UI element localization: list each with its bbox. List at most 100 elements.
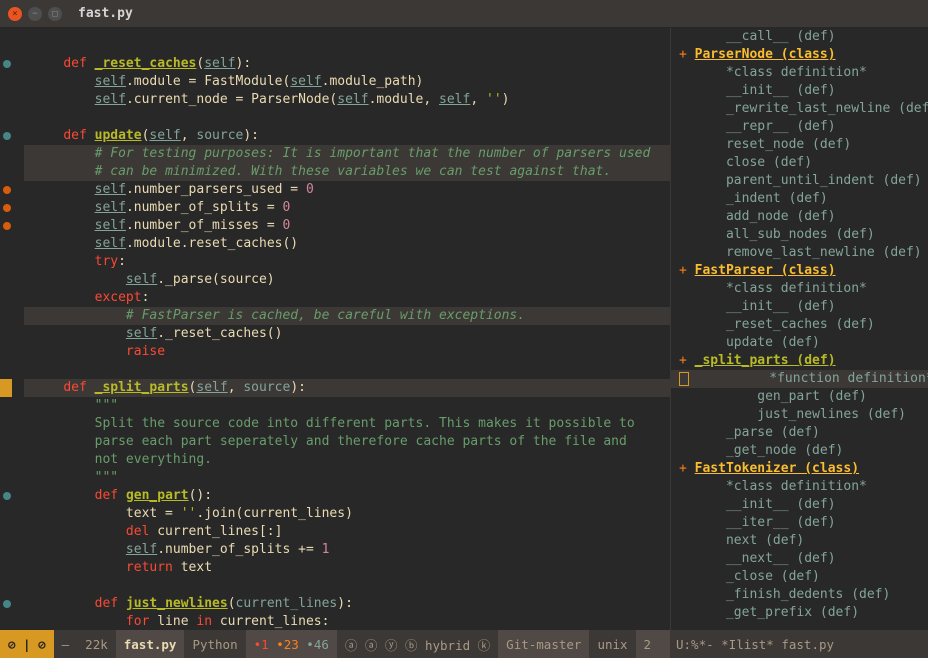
outline-item[interactable]: _parse (def) — [671, 424, 928, 442]
outline-item[interactable]: close (def) — [671, 154, 928, 172]
gutter-mark — [0, 37, 24, 55]
expand-icon[interactable]: + — [679, 461, 695, 476]
code-line[interactable]: def update(self, source): — [24, 127, 670, 145]
cursor-marker — [3, 379, 7, 397]
code-line[interactable]: text = ''.join(current_lines) — [24, 505, 670, 523]
code-line[interactable]: parse each part seperately and therefore… — [24, 433, 670, 451]
outline-item[interactable]: parent_until_indent (def) — [671, 172, 928, 190]
code-line[interactable]: self.number_parsers_used = 0 — [24, 181, 670, 199]
outline-label: ParserNode (class) — [695, 47, 836, 62]
close-icon[interactable]: × — [8, 7, 22, 21]
code-line[interactable]: self.module = FastModule(self.module_pat… — [24, 73, 670, 91]
code-line[interactable]: self._parse(source) — [24, 271, 670, 289]
code-line[interactable]: self.number_of_splits = 0 — [24, 199, 670, 217]
code-line[interactable]: def _reset_caches(self): — [24, 55, 670, 73]
gutter-dot-icon — [3, 222, 11, 230]
outline-label: _close (def) — [726, 569, 820, 584]
gutter-mark — [0, 163, 24, 181]
code-line[interactable]: def just_newlines(current_lines): — [24, 595, 670, 613]
outline-item[interactable]: _close (def) — [671, 568, 928, 586]
code-line[interactable]: self._reset_caches() — [24, 325, 670, 343]
status-mode-sep: – — [54, 630, 78, 658]
code-line[interactable]: # FastParser is cached, be careful with … — [24, 307, 670, 325]
code-line[interactable]: def _split_parts(self, source): — [24, 379, 670, 397]
code-line[interactable] — [24, 37, 670, 55]
outline-label: next (def) — [726, 533, 804, 548]
outline-item[interactable]: *function definition* — [671, 370, 928, 388]
outline-item[interactable]: __init__ (def) — [671, 82, 928, 100]
code-area[interactable]: def _reset_caches(self): self.module = F… — [24, 28, 670, 630]
gutter-mark — [0, 91, 24, 109]
code-line[interactable]: Split the source code into different par… — [24, 415, 670, 433]
outline-sidebar[interactable]: __call__ (def)+ ParserNode (class) *clas… — [670, 28, 928, 630]
minimize-icon[interactable]: − — [28, 7, 42, 21]
outline-item[interactable]: + ParserNode (class) — [671, 46, 928, 64]
gutter-mark — [0, 253, 24, 271]
outline-item[interactable]: _rewrite_last_newline (def) — [671, 100, 928, 118]
outline-item[interactable]: + FastParser (class) — [671, 262, 928, 280]
code-line[interactable] — [24, 109, 670, 127]
outline-item[interactable]: *class definition* — [671, 64, 928, 82]
outline-item[interactable]: add_node (def) — [671, 208, 928, 226]
outline-label: _get_node (def) — [726, 443, 843, 458]
code-line[interactable]: try: — [24, 253, 670, 271]
gutter-mark — [0, 487, 24, 505]
expand-icon[interactable]: + — [679, 47, 695, 62]
expand-icon[interactable]: + — [679, 353, 695, 368]
code-line[interactable]: def gen_part(): — [24, 487, 670, 505]
outline-item[interactable]: update (def) — [671, 334, 928, 352]
code-line[interactable]: self.number_of_misses = 0 — [24, 217, 670, 235]
outline-item[interactable]: __init__ (def) — [671, 496, 928, 514]
gutter-dot-icon — [3, 492, 11, 500]
code-line[interactable] — [24, 361, 670, 379]
outline-label: parent_until_indent (def) — [726, 173, 922, 188]
outline-label: add_node (def) — [726, 209, 836, 224]
code-line[interactable]: del current_lines[:] — [24, 523, 670, 541]
window-title: fast.py — [78, 6, 133, 21]
outline-item[interactable]: + _split_parts (def) — [671, 352, 928, 370]
outline-item[interactable]: *class definition* — [671, 478, 928, 496]
code-line[interactable]: self.number_of_splits += 1 — [24, 541, 670, 559]
code-line[interactable]: for line in current_lines: — [24, 613, 670, 630]
code-line[interactable]: # For testing purposes: It is important … — [24, 145, 670, 163]
outline-item[interactable]: all_sub_nodes (def) — [671, 226, 928, 244]
status-encoding: unix — [589, 630, 635, 658]
outline-item[interactable]: just_newlines (def) — [671, 406, 928, 424]
outline-item[interactable]: __iter__ (def) — [671, 514, 928, 532]
gutter-dot-icon — [3, 60, 11, 68]
outline-item[interactable]: next (def) — [671, 532, 928, 550]
outline-item[interactable]: _reset_caches (def) — [671, 316, 928, 334]
outline-item[interactable]: remove_last_newline (def) — [671, 244, 928, 262]
code-line[interactable]: raise — [24, 343, 670, 361]
outline-item[interactable]: __call__ (def) — [671, 28, 928, 46]
code-line[interactable]: return text — [24, 559, 670, 577]
code-line[interactable]: self.current_node = ParserNode(self.modu… — [24, 91, 670, 109]
code-line[interactable]: """ — [24, 397, 670, 415]
outline-item[interactable]: reset_node (def) — [671, 136, 928, 154]
code-line[interactable] — [24, 577, 670, 595]
outline-item[interactable]: __init__ (def) — [671, 298, 928, 316]
outline-item[interactable]: __repr__ (def) — [671, 118, 928, 136]
outline-item[interactable]: gen_part (def) — [671, 388, 928, 406]
code-line[interactable]: # can be minimized. With these variables… — [24, 163, 670, 181]
outline-item[interactable]: _get_node (def) — [671, 442, 928, 460]
gutter-mark — [0, 73, 24, 91]
expand-icon[interactable]: + — [679, 263, 695, 278]
code-editor[interactable]: def _reset_caches(self): self.module = F… — [0, 28, 670, 630]
code-line[interactable]: except: — [24, 289, 670, 307]
code-line[interactable]: self.module.reset_caches() — [24, 235, 670, 253]
outline-label: reset_node (def) — [726, 137, 851, 152]
workspace: def _reset_caches(self): self.module = F… — [0, 28, 928, 630]
code-line[interactable]: not everything. — [24, 451, 670, 469]
outline-item[interactable]: *class definition* — [671, 280, 928, 298]
outline-label: FastTokenizer (class) — [695, 461, 859, 476]
outline-label: just_newlines (def) — [757, 407, 906, 422]
outline-item[interactable]: _finish_dedents (def) — [671, 586, 928, 604]
outline-item[interactable]: __next__ (def) — [671, 550, 928, 568]
outline-item[interactable]: + FastTokenizer (class) — [671, 460, 928, 478]
statusbar: ⊘ | ⊘ – 22k fast.py Python •1 •23 •46 ⓐ … — [0, 630, 928, 658]
outline-item[interactable]: _indent (def) — [671, 190, 928, 208]
outline-item[interactable]: _get_prefix (def) — [671, 604, 928, 622]
code-line[interactable]: """ — [24, 469, 670, 487]
maximize-icon[interactable]: □ — [48, 7, 62, 21]
